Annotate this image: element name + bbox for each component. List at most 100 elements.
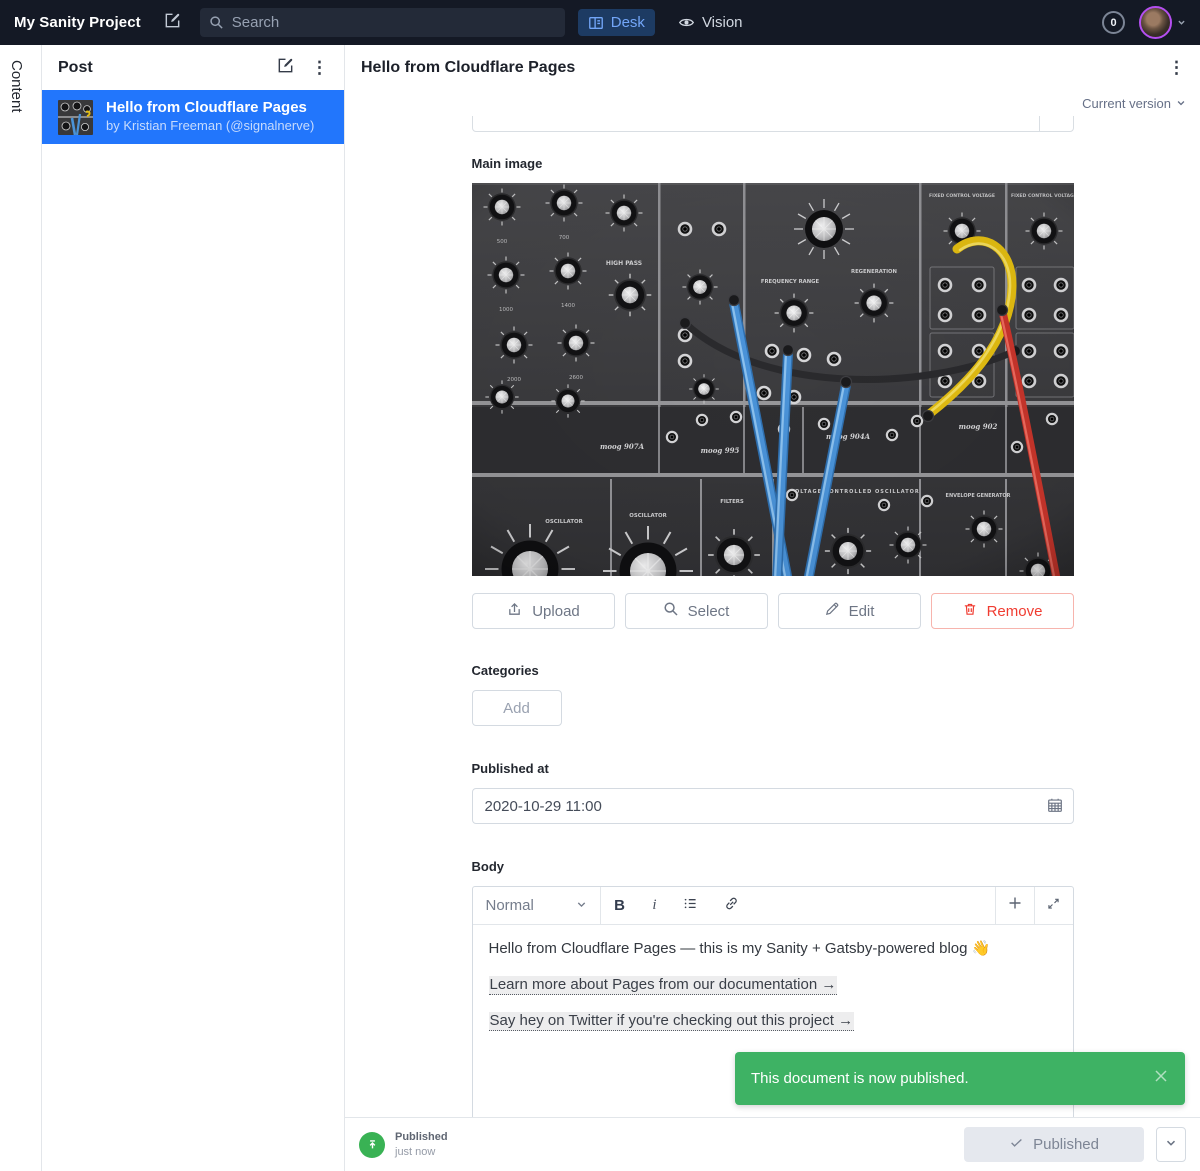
post-panel-header: Post ⋮ xyxy=(42,45,344,90)
image-actions: Upload Select Edit xyxy=(472,593,1074,629)
compose-icon xyxy=(163,11,182,35)
sanity-studio: My Sanity Project Desk Vision 0 xyxy=(0,0,1200,1171)
document-form: Main image xyxy=(472,116,1074,1117)
published-at-field xyxy=(472,788,1074,824)
notifications-badge[interactable]: 0 xyxy=(1102,11,1125,34)
calendar-icon[interactable] xyxy=(1046,796,1064,819)
editor-content[interactable]: Hello from Cloudflare Pages — this is my… xyxy=(473,925,1073,1032)
expand-icon xyxy=(1046,896,1061,916)
insert-block-button[interactable] xyxy=(995,887,1034,924)
desk-icon xyxy=(588,15,604,31)
document-pane: Hello from Cloudflare Pages ⋮ Current ve… xyxy=(345,45,1200,1171)
tab-desk-label: Desk xyxy=(611,14,645,31)
bulleted-list-icon xyxy=(682,895,699,917)
document-menu-button[interactable]: ⋮ xyxy=(1168,59,1185,76)
chevron-down-icon xyxy=(576,897,587,914)
toast-message: This document is now published. xyxy=(751,1070,1151,1087)
publish-status-icon xyxy=(359,1132,385,1158)
post-item-thumbnail xyxy=(58,100,93,135)
upload-button[interactable]: Upload xyxy=(472,593,615,629)
pencil-icon xyxy=(824,601,840,621)
tab-desk[interactable]: Desk xyxy=(578,9,655,36)
post-panel: Post ⋮ Hello from Cloudflare Pages by Kr… xyxy=(42,45,345,1171)
body-label: Body xyxy=(472,859,1074,874)
italic-button[interactable]: i xyxy=(639,887,671,924)
trash-icon xyxy=(962,601,978,621)
published-button-label: Published xyxy=(1033,1136,1099,1153)
tab-vision-label: Vision xyxy=(702,14,743,31)
document-title: Hello from Cloudflare Pages xyxy=(361,59,1168,77)
bold-button[interactable]: B xyxy=(601,887,639,924)
post-list-item[interactable]: Hello from Cloudflare Pages by Kristian … xyxy=(42,90,344,144)
publish-status-text: Published just now xyxy=(395,1130,448,1159)
content-rail[interactable]: Content xyxy=(0,45,42,1171)
body-paragraph: Hello from Cloudflare Pages — this is my… xyxy=(489,938,1057,960)
main-image-photo: 500 700 1000 1400 2000 2600 HIGH PASS xyxy=(472,183,1074,576)
fullscreen-button[interactable] xyxy=(1034,887,1073,924)
tab-vision[interactable]: Vision xyxy=(668,9,753,36)
project-title: My Sanity Project xyxy=(14,14,141,31)
avatar[interactable] xyxy=(1139,6,1172,39)
eye-icon xyxy=(678,14,695,31)
style-dropdown[interactable]: Normal xyxy=(473,887,601,924)
post-panel-menu-button[interactable]: ⋮ xyxy=(311,59,328,76)
main-image-preview[interactable]: 500 700 1000 1400 2000 2600 HIGH PASS xyxy=(472,183,1074,576)
create-post-button[interactable] xyxy=(276,56,295,80)
search-input[interactable] xyxy=(200,8,565,37)
toast: This document is now published. xyxy=(735,1052,1185,1105)
edit-button[interactable]: Edit xyxy=(778,593,921,629)
compose-icon xyxy=(276,56,295,80)
published-button[interactable]: Published xyxy=(964,1127,1144,1162)
kebab-icon: ⋮ xyxy=(1168,58,1185,77)
body-link[interactable]: Learn more about Pages from our document… xyxy=(489,976,838,995)
editor-toolbar: Normal B i xyxy=(473,887,1073,925)
post-item-title: Hello from Cloudflare Pages xyxy=(106,99,314,118)
publish-status-time: just now xyxy=(395,1145,448,1159)
style-dropdown-value: Normal xyxy=(486,897,534,914)
clipped-field xyxy=(472,116,1074,132)
remove-label: Remove xyxy=(987,603,1043,620)
main-image-label: Main image xyxy=(472,156,1074,171)
link-icon xyxy=(723,895,740,917)
document-scroll-area[interactable]: Current version Main image xyxy=(345,90,1200,1117)
clipped-field-divider xyxy=(1039,116,1040,132)
footer-actions: Published xyxy=(964,1127,1186,1162)
close-icon xyxy=(1151,1066,1171,1091)
main-row: Content Post ⋮ Hello from Cloudflare Pag… xyxy=(0,45,1200,1171)
chevron-down-icon xyxy=(1165,1136,1177,1154)
navbar: My Sanity Project Desk Vision 0 xyxy=(0,0,1200,45)
check-icon xyxy=(1009,1135,1024,1154)
bulleted-list-button[interactable] xyxy=(671,887,711,924)
add-category-button[interactable]: Add xyxy=(472,690,562,726)
search-icon xyxy=(209,15,224,30)
version-switcher[interactable]: Current version xyxy=(345,92,1200,114)
publish-status-title: Published xyxy=(395,1130,448,1144)
select-label: Select xyxy=(688,603,730,620)
edit-label: Edit xyxy=(849,603,875,620)
navbar-right: 0 xyxy=(1102,6,1186,39)
body-link[interactable]: Say hey on Twitter if you're checking ou… xyxy=(489,1012,855,1031)
post-item-subtitle: by Kristian Freeman (@signalnerve) xyxy=(106,118,314,135)
published-at-input[interactable] xyxy=(472,788,1074,824)
upload-icon xyxy=(506,601,523,622)
chevron-down-icon xyxy=(1176,96,1186,111)
new-document-button[interactable] xyxy=(163,11,182,35)
search-icon xyxy=(663,601,679,621)
chevron-down-icon xyxy=(1177,18,1186,27)
publish-menu-button[interactable] xyxy=(1156,1127,1186,1162)
select-button[interactable]: Select xyxy=(625,593,768,629)
content-rail-label: Content xyxy=(8,60,25,113)
kebab-icon: ⋮ xyxy=(311,59,328,76)
link-button[interactable] xyxy=(711,887,753,924)
post-item-text: Hello from Cloudflare Pages by Kristian … xyxy=(106,99,314,135)
upload-label: Upload xyxy=(532,603,580,620)
clipped-field-input[interactable] xyxy=(472,116,1074,132)
post-panel-title: Post xyxy=(58,59,260,77)
remove-button[interactable]: Remove xyxy=(931,593,1074,629)
toast-close-button[interactable] xyxy=(1151,1066,1171,1091)
toolbar-spacer xyxy=(753,887,995,924)
search-field xyxy=(200,8,565,37)
version-label: Current version xyxy=(1082,96,1171,111)
document-header: Hello from Cloudflare Pages ⋮ xyxy=(345,45,1200,90)
document-footer: Published just now Published xyxy=(345,1117,1200,1171)
